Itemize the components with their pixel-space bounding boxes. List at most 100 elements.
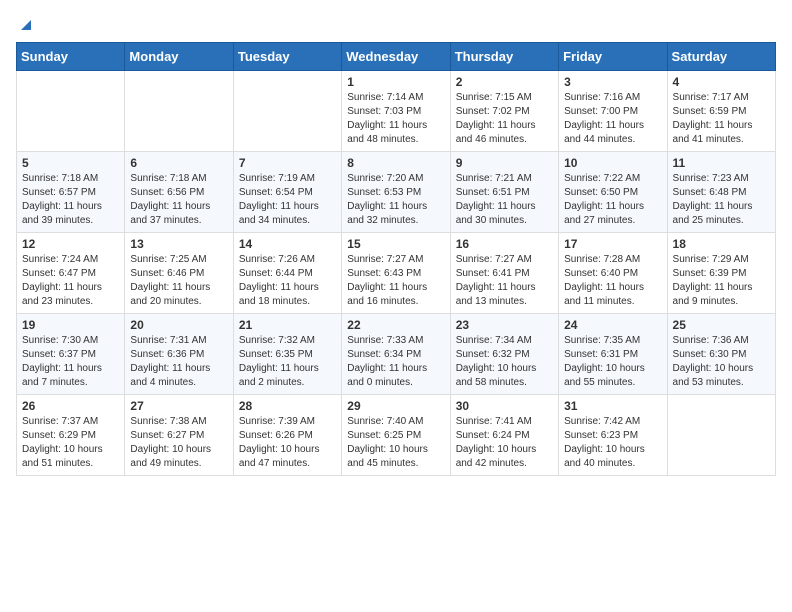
day-info: Sunrise: 7:17 AM Sunset: 6:59 PM Dayligh… bbox=[673, 91, 770, 147]
calendar-cell: 24 Sunrise: 7:35 AM Sunset: 6:31 PM Dayli… bbox=[559, 314, 667, 395]
day-info: Sunrise: 7:23 AM Sunset: 6:48 PM Dayligh… bbox=[673, 172, 770, 228]
day-info: Sunrise: 7:40 AM Sunset: 6:25 PM Dayligh… bbox=[347, 415, 444, 471]
day-of-week-header: Thursday bbox=[450, 43, 558, 71]
calendar-cell: 23 Sunrise: 7:34 AM Sunset: 6:32 PM Dayli… bbox=[450, 314, 558, 395]
day-info: Sunrise: 7:27 AM Sunset: 6:43 PM Dayligh… bbox=[347, 253, 444, 309]
calendar-cell: 11 Sunrise: 7:23 AM Sunset: 6:48 PM Dayli… bbox=[667, 152, 775, 233]
day-number: 9 bbox=[456, 156, 553, 170]
day-info: Sunrise: 7:22 AM Sunset: 6:50 PM Dayligh… bbox=[564, 172, 661, 228]
day-number: 18 bbox=[673, 237, 770, 251]
day-info: Sunrise: 7:20 AM Sunset: 6:53 PM Dayligh… bbox=[347, 172, 444, 228]
day-of-week-header: Wednesday bbox=[342, 43, 450, 71]
calendar-table: SundayMondayTuesdayWednesdayThursdayFrid… bbox=[16, 42, 776, 476]
calendar-cell: 16 Sunrise: 7:27 AM Sunset: 6:41 PM Dayli… bbox=[450, 233, 558, 314]
day-info: Sunrise: 7:24 AM Sunset: 6:47 PM Dayligh… bbox=[22, 253, 119, 309]
day-info: Sunrise: 7:35 AM Sunset: 6:31 PM Dayligh… bbox=[564, 334, 661, 390]
day-number: 19 bbox=[22, 318, 119, 332]
day-number: 16 bbox=[456, 237, 553, 251]
day-info: Sunrise: 7:21 AM Sunset: 6:51 PM Dayligh… bbox=[456, 172, 553, 228]
day-info: Sunrise: 7:31 AM Sunset: 6:36 PM Dayligh… bbox=[130, 334, 227, 390]
day-info: Sunrise: 7:37 AM Sunset: 6:29 PM Dayligh… bbox=[22, 415, 119, 471]
calendar-cell: 29Sunrise: 7:40 AM Sunset: 6:25 PM Dayli… bbox=[342, 395, 450, 476]
day-number: 12 bbox=[22, 237, 119, 251]
calendar-cell: 18 Sunrise: 7:29 AM Sunset: 6:39 PM Dayli… bbox=[667, 233, 775, 314]
day-number: 2 bbox=[456, 75, 553, 89]
page-header bbox=[16, 16, 776, 30]
calendar-cell bbox=[233, 71, 341, 152]
day-info: Sunrise: 7:27 AM Sunset: 6:41 PM Dayligh… bbox=[456, 253, 553, 309]
calendar-week-row: 1 Sunrise: 7:14 AM Sunset: 7:03 PM Daylig… bbox=[17, 71, 776, 152]
day-number: 30 bbox=[456, 399, 553, 413]
day-number: 20 bbox=[130, 318, 227, 332]
day-info: Sunrise: 7:41 AM Sunset: 6:24 PM Dayligh… bbox=[456, 415, 553, 471]
day-number: 23 bbox=[456, 318, 553, 332]
day-number: 8 bbox=[347, 156, 444, 170]
day-number: 26 bbox=[22, 399, 119, 413]
calendar-cell: 30 Sunrise: 7:41 AM Sunset: 6:24 PM Dayli… bbox=[450, 395, 558, 476]
day-number: 7 bbox=[239, 156, 336, 170]
calendar-cell: 14Sunrise: 7:26 AM Sunset: 6:44 PM Dayli… bbox=[233, 233, 341, 314]
day-number: 15 bbox=[347, 237, 444, 251]
calendar-week-row: 26 Sunrise: 7:37 AM Sunset: 6:29 PM Dayli… bbox=[17, 395, 776, 476]
day-info: Sunrise: 7:19 AM Sunset: 6:54 PM Dayligh… bbox=[239, 172, 336, 228]
day-info: Sunrise: 7:18 AM Sunset: 6:56 PM Dayligh… bbox=[130, 172, 227, 228]
day-info: Sunrise: 7:15 AM Sunset: 7:02 PM Dayligh… bbox=[456, 91, 553, 147]
calendar-cell bbox=[125, 71, 233, 152]
day-number: 1 bbox=[347, 75, 444, 89]
calendar-cell: 26 Sunrise: 7:37 AM Sunset: 6:29 PM Dayli… bbox=[17, 395, 125, 476]
day-info: Sunrise: 7:39 AM Sunset: 6:26 PM Dayligh… bbox=[239, 415, 336, 471]
calendar-cell: 25 Sunrise: 7:36 AM Sunset: 6:30 PM Dayli… bbox=[667, 314, 775, 395]
day-info: Sunrise: 7:25 AM Sunset: 6:46 PM Dayligh… bbox=[130, 253, 227, 309]
day-info: Sunrise: 7:36 AM Sunset: 6:30 PM Dayligh… bbox=[673, 334, 770, 390]
day-number: 24 bbox=[564, 318, 661, 332]
calendar-cell: 1 Sunrise: 7:14 AM Sunset: 7:03 PM Daylig… bbox=[342, 71, 450, 152]
logo bbox=[16, 16, 36, 30]
calendar-cell bbox=[667, 395, 775, 476]
day-of-week-header: Tuesday bbox=[233, 43, 341, 71]
calendar-cell: 6 Sunrise: 7:18 AM Sunset: 6:56 PM Daylig… bbox=[125, 152, 233, 233]
day-number: 14 bbox=[239, 237, 336, 251]
day-number: 11 bbox=[673, 156, 770, 170]
calendar-cell: 13 Sunrise: 7:25 AM Sunset: 6:46 PM Dayli… bbox=[125, 233, 233, 314]
day-info: Sunrise: 7:14 AM Sunset: 7:03 PM Dayligh… bbox=[347, 91, 444, 147]
day-info: Sunrise: 7:29 AM Sunset: 6:39 PM Dayligh… bbox=[673, 253, 770, 309]
day-info: Sunrise: 7:34 AM Sunset: 6:32 PM Dayligh… bbox=[456, 334, 553, 390]
day-number: 13 bbox=[130, 237, 227, 251]
calendar-cell: 31Sunrise: 7:42 AM Sunset: 6:23 PM Dayli… bbox=[559, 395, 667, 476]
day-info: Sunrise: 7:42 AM Sunset: 6:23 PM Dayligh… bbox=[564, 415, 661, 471]
day-info: Sunrise: 7:16 AM Sunset: 7:00 PM Dayligh… bbox=[564, 91, 661, 147]
calendar-cell: 5Sunrise: 7:18 AM Sunset: 6:57 PM Daylig… bbox=[17, 152, 125, 233]
calendar-cell: 20 Sunrise: 7:31 AM Sunset: 6:36 PM Dayli… bbox=[125, 314, 233, 395]
day-number: 6 bbox=[130, 156, 227, 170]
day-info: Sunrise: 7:32 AM Sunset: 6:35 PM Dayligh… bbox=[239, 334, 336, 390]
day-number: 17 bbox=[564, 237, 661, 251]
calendar-cell: 10Sunrise: 7:22 AM Sunset: 6:50 PM Dayli… bbox=[559, 152, 667, 233]
day-number: 28 bbox=[239, 399, 336, 413]
day-info: Sunrise: 7:38 AM Sunset: 6:27 PM Dayligh… bbox=[130, 415, 227, 471]
calendar-cell bbox=[17, 71, 125, 152]
day-info: Sunrise: 7:28 AM Sunset: 6:40 PM Dayligh… bbox=[564, 253, 661, 309]
day-number: 21 bbox=[239, 318, 336, 332]
calendar-cell: 9 Sunrise: 7:21 AM Sunset: 6:51 PM Daylig… bbox=[450, 152, 558, 233]
day-info: Sunrise: 7:30 AM Sunset: 6:37 PM Dayligh… bbox=[22, 334, 119, 390]
calendar-cell: 27 Sunrise: 7:38 AM Sunset: 6:27 PM Dayli… bbox=[125, 395, 233, 476]
calendar-cell: 3Sunrise: 7:16 AM Sunset: 7:00 PM Daylig… bbox=[559, 71, 667, 152]
day-of-week-header: Sunday bbox=[17, 43, 125, 71]
day-number: 4 bbox=[673, 75, 770, 89]
day-info: Sunrise: 7:33 AM Sunset: 6:34 PM Dayligh… bbox=[347, 334, 444, 390]
calendar-cell: 15 Sunrise: 7:27 AM Sunset: 6:43 PM Dayli… bbox=[342, 233, 450, 314]
calendar-cell: 21 Sunrise: 7:32 AM Sunset: 6:35 PM Dayli… bbox=[233, 314, 341, 395]
calendar-cell: 12 Sunrise: 7:24 AM Sunset: 6:47 PM Dayli… bbox=[17, 233, 125, 314]
day-number: 22 bbox=[347, 318, 444, 332]
day-info: Sunrise: 7:18 AM Sunset: 6:57 PM Dayligh… bbox=[22, 172, 119, 228]
calendar-cell: 19 Sunrise: 7:30 AM Sunset: 6:37 PM Dayli… bbox=[17, 314, 125, 395]
calendar-cell: 22 Sunrise: 7:33 AM Sunset: 6:34 PM Dayli… bbox=[342, 314, 450, 395]
day-number: 27 bbox=[130, 399, 227, 413]
calendar-cell: 8 Sunrise: 7:20 AM Sunset: 6:53 PM Daylig… bbox=[342, 152, 450, 233]
day-of-week-header: Saturday bbox=[667, 43, 775, 71]
calendar-header-row: SundayMondayTuesdayWednesdayThursdayFrid… bbox=[17, 43, 776, 71]
day-of-week-header: Friday bbox=[559, 43, 667, 71]
day-number: 25 bbox=[673, 318, 770, 332]
logo-triangle-icon bbox=[17, 16, 35, 34]
calendar-cell: 17 Sunrise: 7:28 AM Sunset: 6:40 PM Dayli… bbox=[559, 233, 667, 314]
